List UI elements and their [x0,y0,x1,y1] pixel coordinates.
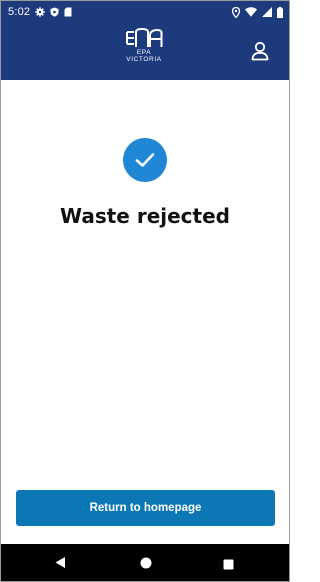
page-title: Waste rejected [60,204,230,228]
sd-card-icon [64,7,72,17]
app-header: EPA VICTORIA [1,23,289,80]
signal-icon [262,7,272,17]
back-icon[interactable] [54,556,66,574]
epa-logo-mark [126,27,163,47]
app-screen: 5:02 EPA VICTORIA Waste rejected Return … [0,0,290,582]
check-icon [135,153,155,167]
system-nav-bar [1,544,289,581]
location-icon [232,6,240,18]
epa-victoria-logo: EPA VICTORIA [119,27,169,71]
logo-text-victoria: VICTORIA [126,56,162,63]
status-bar: 5:02 [1,1,289,23]
recents-icon[interactable] [223,557,234,575]
shield-icon [50,7,59,17]
logo-text-epa: EPA [136,49,152,56]
return-to-homepage-button[interactable]: Return to homepage [16,490,275,526]
gear-icon [35,7,45,17]
home-icon[interactable] [140,556,152,574]
status-bar-left: 5:02 [8,6,72,18]
main-content: Waste rejected Return to homepage [1,80,289,544]
success-badge [123,138,167,182]
battery-icon [277,6,283,18]
profile-button[interactable] [249,40,271,62]
person-icon [251,41,269,61]
status-time: 5:02 [8,6,31,18]
status-bar-right [232,6,283,18]
wifi-icon [245,7,257,17]
